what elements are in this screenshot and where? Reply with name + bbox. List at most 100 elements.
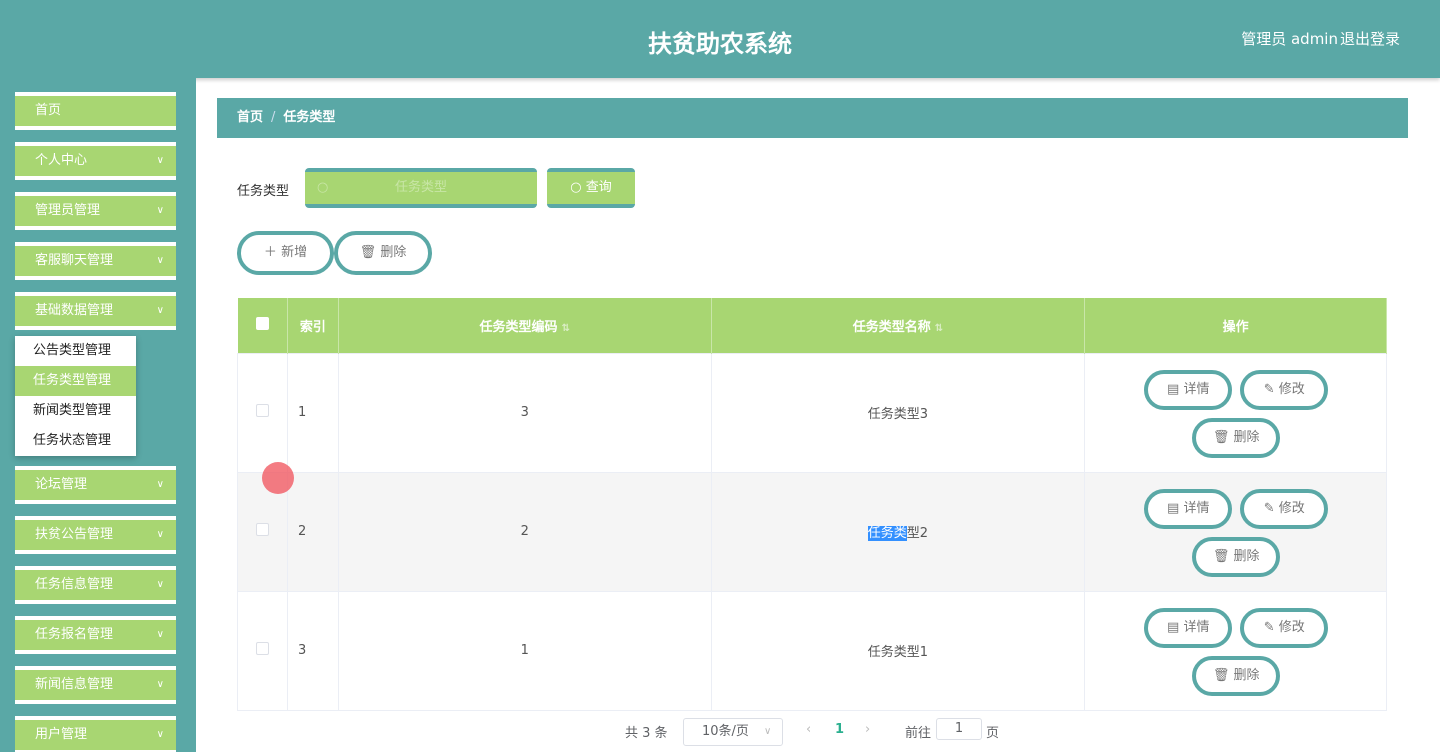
plus-icon: ＋ (263, 245, 282, 260)
sidebar-item-label: 新闻信息管理 (35, 677, 114, 692)
delete-button[interactable]: 🗑 删除 (1192, 536, 1281, 577)
sidebar-item-label: 基础数据管理 (35, 303, 114, 318)
table-row: 2 2 任务类型2 ▤ 详情 ✎ 修改 🗑 删除 (237, 471, 1387, 592)
row-index: 3 (286, 590, 339, 711)
breadcrumb-current: 任务类型 (283, 110, 336, 125)
sidebar-item-7[interactable]: 任务信息管理 ∨ (15, 566, 176, 604)
chevron-down-icon: ∨ (156, 155, 164, 166)
breadcrumb-separator: / (271, 110, 276, 125)
sort-icon[interactable]: ⇅ (935, 323, 943, 334)
row-index: 2 (286, 471, 339, 592)
sidebar-item-1[interactable]: 个人中心 ∨ (15, 142, 176, 180)
edit-button[interactable]: ✎ 修改 (1240, 488, 1329, 529)
breadcrumb-home[interactable]: 首页 (237, 110, 263, 125)
column-header-index: 索引 (287, 298, 339, 353)
column-code-label: 任务类型编码 (479, 319, 558, 335)
chevron-down-icon: ∨ (156, 479, 164, 490)
sidebar-item-5[interactable]: 论坛管理 ∨ (15, 466, 176, 504)
page-size-select[interactable]: 10条/页 ∨ (683, 718, 783, 746)
task-type-name: 任务类型3 (867, 407, 929, 422)
task-type-search-input[interactable]: ○ 任务类型 (305, 168, 537, 208)
select-all-header (237, 298, 288, 353)
sidebar-item-label: 任务报名管理 (35, 627, 114, 642)
sidebar-item-4[interactable]: 基础数据管理 ∨ (15, 292, 176, 330)
sidebar-item-label: 任务信息管理 (35, 577, 114, 592)
chevron-down-icon: ∨ (156, 305, 164, 316)
detail-label: 详情 (1183, 500, 1210, 516)
sidebar-item-6[interactable]: 扶贫公告管理 ∨ (15, 516, 176, 554)
sidebar-item-8[interactable]: 任务报名管理 ∨ (15, 616, 176, 654)
user-label: 管理员 admin (1241, 30, 1338, 48)
sidebar-item-10[interactable]: 用户管理 ∨ (15, 716, 176, 754)
submenu-item-task-status[interactable]: 任务状态管理 (15, 426, 136, 456)
row-actions: ▤ 详情 ✎ 修改 🗑 删除 (1084, 352, 1387, 473)
sidebar-item-label: 首页 (35, 103, 62, 118)
row-checkbox[interactable] (255, 404, 269, 417)
batch-delete-button[interactable]: 🗑 删除 (334, 231, 432, 275)
task-type-name-cell: 任务类型2 (710, 471, 1086, 592)
sort-icon[interactable]: ⇅ (562, 323, 570, 334)
column-header-code[interactable]: 任务类型编码 ⇅ (338, 298, 712, 353)
submenu-item-notice-type[interactable]: 公告类型管理 (15, 336, 136, 366)
submenu-item-task-type[interactable]: 任务类型管理 (15, 366, 136, 396)
sidebar-item-label: 论坛管理 (35, 477, 88, 492)
sidebar-item-label: 个人中心 (35, 153, 88, 168)
edit-button[interactable]: ✎ 修改 (1240, 369, 1329, 410)
select-all-checkbox[interactable] (255, 316, 269, 330)
detail-label: 详情 (1183, 619, 1210, 635)
chevron-down-icon: ∨ (156, 255, 164, 266)
mouse-cursor-indicator (262, 462, 294, 494)
task-type-name-cell: 任务类型3 (710, 352, 1086, 473)
sidebar-item-label: 用户管理 (35, 727, 88, 742)
page-jump-input[interactable]: 1 (936, 718, 982, 740)
page-suffix: 页 (986, 726, 1000, 741)
next-page-button[interactable]: › (865, 722, 870, 737)
add-button[interactable]: ＋ 新增 (237, 231, 334, 275)
chevron-down-icon: ∨ (156, 629, 164, 640)
delete-button[interactable]: 🗑 删除 (1192, 417, 1281, 458)
task-type-table: 索引 任务类型编码 ⇅ 任务类型名称 ⇅ 操作 1 3 任务类型3 ▤ 详情 ✎ 修改 🗑 删… (237, 298, 1387, 711)
row-checkbox-cell (237, 590, 288, 711)
sidebar-item-9[interactable]: 新闻信息管理 ∨ (15, 666, 176, 704)
edit-button[interactable]: ✎ 修改 (1240, 607, 1329, 648)
detail-button[interactable]: ▤ 详情 (1144, 607, 1233, 648)
sidebar-item-0[interactable]: 首页 (15, 92, 176, 130)
page-size-value: 10条/页 (702, 724, 749, 739)
task-type-name-cell: 任务类型1 (710, 590, 1086, 711)
app-title: 扶贫助农系统 (648, 30, 792, 58)
row-checkbox[interactable] (255, 523, 269, 536)
detail-label: 详情 (1183, 381, 1210, 397)
delete-label: 删除 (1233, 548, 1260, 564)
selected-text: 任务类 (867, 526, 907, 541)
column-header-name[interactable]: 任务类型名称 ⇅ (711, 298, 1086, 353)
header: 扶贫助农系统 管理员 admin 退出登录 (0, 0, 1440, 78)
submenu-item-news-type[interactable]: 新闻类型管理 (15, 396, 136, 426)
detail-button[interactable]: ▤ 详情 (1144, 488, 1233, 529)
sidebar-item-2[interactable]: 管理员管理 ∨ (15, 192, 176, 230)
page-number-current[interactable]: 1 (835, 722, 844, 737)
total-count: 共 3 条 (625, 726, 668, 741)
trash-icon: 🗑 (359, 245, 381, 260)
delete-button[interactable]: 🗑 删除 (1192, 655, 1281, 696)
goto-label: 前往 (905, 726, 932, 741)
table-row: 3 1 任务类型1 ▤ 详情 ✎ 修改 🗑 删除 (237, 590, 1387, 711)
chevron-down-icon: ∨ (156, 579, 164, 590)
prev-page-button[interactable]: ‹ (806, 722, 811, 737)
sidebar-item-3[interactable]: 客服聊天管理 ∨ (15, 242, 176, 280)
column-header-actions: 操作 (1084, 298, 1387, 353)
row-actions: ▤ 详情 ✎ 修改 🗑 删除 (1084, 471, 1387, 592)
trash-icon: 🗑 (1212, 667, 1234, 683)
logout-link[interactable]: 退出登录 (1340, 28, 1400, 49)
search-icon: ○ (317, 180, 329, 195)
search-button[interactable]: ○ 查询 (547, 168, 635, 208)
row-checkbox[interactable] (255, 642, 269, 655)
search-icon: ○ (570, 180, 586, 195)
row-checkbox-cell (237, 352, 288, 473)
task-type-code: 2 (337, 471, 712, 592)
breadcrumb: 首页 / 任务类型 (217, 98, 1408, 138)
row-index: 1 (286, 352, 339, 473)
add-label: 新增 (281, 245, 308, 260)
search-label: 查询 (585, 180, 612, 195)
detail-button[interactable]: ▤ 详情 (1144, 369, 1233, 410)
edit-label: 修改 (1278, 619, 1305, 635)
